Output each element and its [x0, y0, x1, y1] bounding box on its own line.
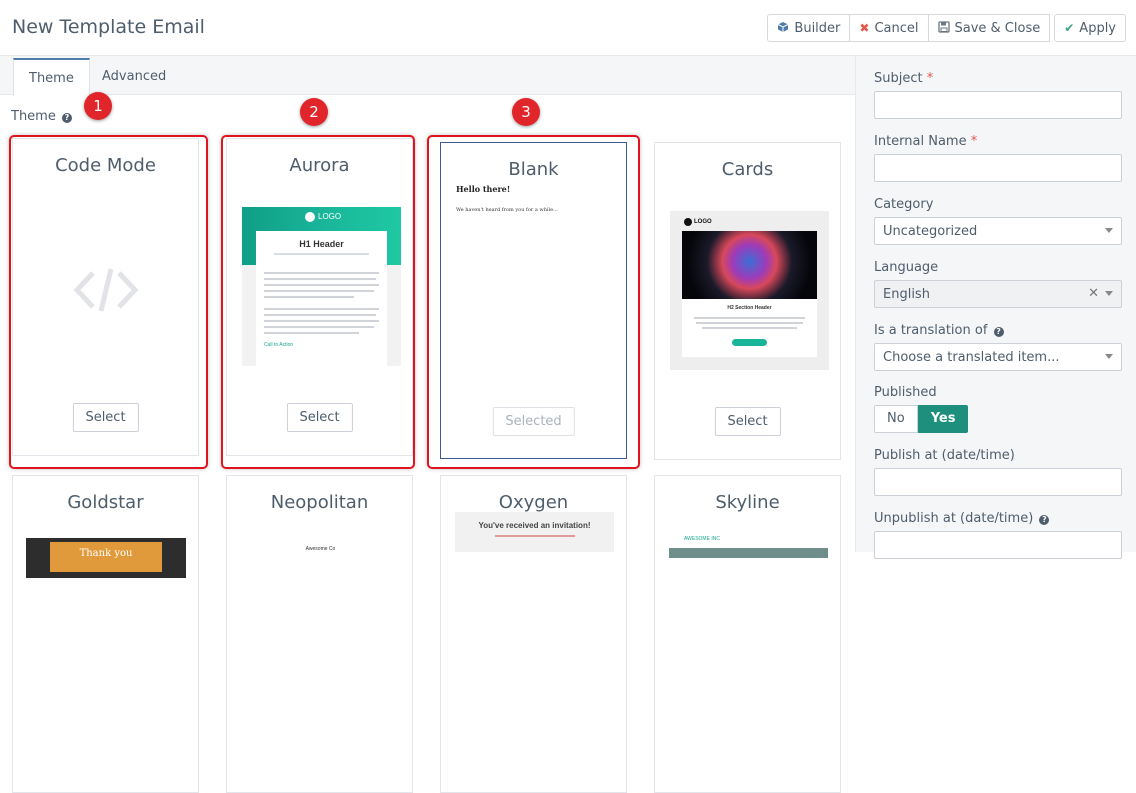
highlight-frame	[427, 135, 640, 469]
category-label: Category	[874, 197, 934, 212]
theme-card-title: Neopolitan	[270, 492, 369, 513]
internal-name-input[interactable]	[874, 154, 1122, 182]
translation-label-text: Is a translation of	[874, 323, 988, 338]
internal-name-label-text: Internal Name	[874, 134, 967, 149]
required-marker: *	[926, 71, 934, 86]
published-no-button[interactable]: No	[874, 405, 918, 433]
skyline-image	[669, 548, 828, 558]
theme-card-skyline[interactable]: Skyline AWESOME INC	[654, 475, 841, 793]
marker-1: 1	[84, 92, 112, 120]
toolbar: Builder ✖ Cancel Save & Close ✔ Apply	[767, 14, 1126, 42]
text-line	[696, 322, 803, 324]
apply-label: Apply	[1079, 20, 1116, 36]
unpublish-at-label: Unpublish at (date/time) ?	[874, 511, 1050, 526]
language-value: English	[883, 287, 930, 302]
main-panel: Theme Advanced Theme ? Code Mode Select …	[0, 56, 855, 793]
theme-card-title: Oxygen	[498, 492, 569, 513]
published-label: Published	[874, 385, 937, 400]
unpublish-at-input[interactable]	[874, 531, 1122, 559]
close-icon: ✖	[859, 21, 870, 35]
cards-hero-image	[682, 231, 817, 299]
oxygen-thumbnail: You've received an invitation!	[455, 512, 614, 552]
theme-card-neopolitan[interactable]: Neopolitan Awesome Co	[226, 475, 413, 793]
theme-label: Theme ?	[11, 109, 72, 124]
neopolitan-thumb-text: Awesome Co	[305, 546, 336, 552]
highlight-frame	[221, 135, 415, 469]
subject-label: Subject *	[874, 71, 933, 86]
required-marker: *	[970, 134, 978, 149]
tab-advanced[interactable]: Advanced	[87, 58, 181, 95]
text-line	[694, 317, 805, 319]
clear-icon[interactable]: ✕	[1088, 286, 1099, 301]
builder-label: Builder	[794, 20, 841, 36]
theme-card-cards[interactable]: Cards LOGO H2 Section Header Select	[654, 142, 841, 460]
published-yes-button[interactable]: Yes	[917, 405, 969, 433]
logo-dot	[684, 218, 692, 226]
cancel-button[interactable]: ✖ Cancel	[849, 14, 929, 42]
translation-value: Choose a translated item...	[883, 350, 1060, 365]
publish-at-input[interactable]	[874, 468, 1122, 496]
builder-button[interactable]: Builder	[767, 14, 851, 42]
select-button[interactable]: Select	[714, 407, 781, 436]
properties-sidebar: Subject * Internal Name * Category Uncat…	[855, 56, 1136, 559]
page-title: New Template Email	[12, 16, 205, 38]
subject-label-text: Subject	[874, 71, 923, 86]
theme-card-title: Cards	[721, 159, 774, 180]
check-icon: ✔	[1064, 21, 1075, 35]
save-close-label: Save & Close	[954, 20, 1041, 36]
theme-card-goldstar[interactable]: Goldstar Thank you	[12, 475, 199, 793]
cta-pill	[732, 339, 767, 346]
chevron-down-icon	[1105, 354, 1113, 359]
marker-2: 2	[300, 98, 328, 126]
cards-logo-text: LOGO	[694, 219, 712, 225]
language-label: Language	[874, 260, 939, 275]
text-line	[495, 535, 575, 537]
tab-bar: Theme Advanced	[0, 56, 855, 96]
goldstar-thumbnail: Thank you	[26, 538, 186, 578]
publish-at-label: Publish at (date/time)	[874, 448, 1015, 463]
chevron-down-icon	[1105, 228, 1113, 233]
unpublish-at-label-text: Unpublish at (date/time)	[874, 511, 1034, 526]
cards-section-header: H2 Section Header	[727, 305, 772, 311]
marker-3: 3	[512, 98, 540, 126]
category-select[interactable]: Uncategorized	[874, 217, 1122, 245]
chevron-down-icon	[1105, 291, 1113, 296]
apply-button[interactable]: ✔ Apply	[1054, 14, 1126, 42]
category-value: Uncategorized	[883, 224, 978, 239]
cards-content: H2 Section Header	[682, 299, 817, 357]
language-select[interactable]: English ✕	[874, 280, 1122, 308]
help-icon[interactable]: ?	[1039, 515, 1050, 525]
cancel-label: Cancel	[874, 20, 919, 36]
goldstar-banner: Thank you	[50, 542, 162, 572]
highlight-frame	[9, 135, 208, 469]
translation-select[interactable]: Choose a translated item...	[874, 343, 1122, 371]
top-bar: New Template Email Builder ✖ Cancel Save…	[0, 0, 1136, 56]
cards-thumbnail: LOGO H2 Section Header	[670, 211, 829, 370]
subject-input[interactable]	[874, 91, 1122, 119]
theme-label-text: Theme	[11, 109, 56, 124]
save-icon	[937, 20, 950, 36]
published-toggle[interactable]: No Yes	[874, 405, 969, 433]
oxygen-thumb-text: You've received an invitation!	[478, 521, 591, 530]
text-line	[702, 327, 797, 329]
internal-name-label: Internal Name *	[874, 134, 977, 149]
skyline-thumb-text: AWESOME INC	[684, 536, 720, 542]
theme-card-oxygen[interactable]: Oxygen You've received an invitation!	[440, 475, 627, 793]
help-icon[interactable]: ?	[61, 113, 72, 123]
theme-card-title: Skyline	[715, 492, 780, 513]
tab-theme[interactable]: Theme	[13, 58, 90, 96]
cube-icon	[777, 21, 789, 36]
translation-label: Is a translation of ?	[874, 323, 1004, 338]
theme-card-title: Goldstar	[67, 492, 144, 513]
help-icon[interactable]: ?	[993, 327, 1004, 337]
save-close-button[interactable]: Save & Close	[927, 14, 1051, 42]
